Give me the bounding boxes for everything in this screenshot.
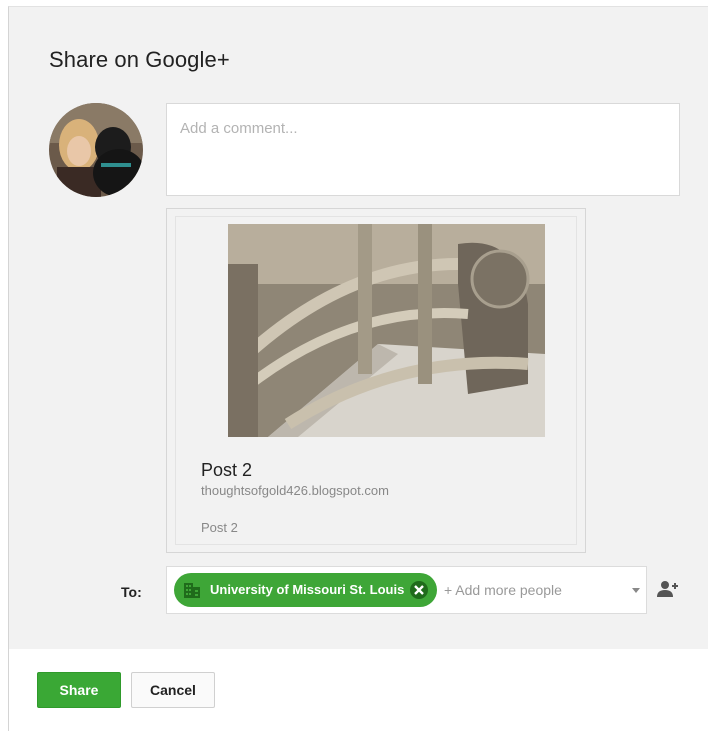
link-preview-image xyxy=(228,224,545,437)
cancel-button[interactable]: Cancel xyxy=(131,672,215,708)
comment-input[interactable]: Add a comment... xyxy=(166,103,680,196)
add-people-input[interactable]: + Add more people xyxy=(444,582,562,598)
share-dialog: Share on Google+ Add a comment... Post 2… xyxy=(8,6,709,732)
link-preview-card[interactable]: Post 2 thoughtsofgold426.blogspot.com Po… xyxy=(166,208,586,553)
audience-chip-label: University of Missouri St. Louis xyxy=(210,582,405,597)
add-person-icon[interactable] xyxy=(656,578,678,600)
dialog-title: Share on Google+ xyxy=(49,47,230,72)
avatar xyxy=(49,103,143,197)
building-icon xyxy=(183,581,201,599)
link-preview-inner: Post 2 thoughtsofgold426.blogspot.com Po… xyxy=(175,216,577,545)
audience-field[interactable]: University of Missouri St. Louis + Add m… xyxy=(166,566,647,614)
audience-chip[interactable]: University of Missouri St. Louis xyxy=(174,573,437,607)
share-button[interactable]: Share xyxy=(37,672,121,708)
to-label: To: xyxy=(121,584,142,600)
remove-chip-icon[interactable] xyxy=(409,580,429,600)
dialog-footer: Share Cancel xyxy=(9,649,709,732)
chevron-down-icon[interactable] xyxy=(632,588,640,593)
link-title: Post 2 xyxy=(201,460,253,480)
link-url: thoughtsofgold426.blogspot.com xyxy=(201,483,389,498)
link-description: Post 2 xyxy=(201,520,238,535)
